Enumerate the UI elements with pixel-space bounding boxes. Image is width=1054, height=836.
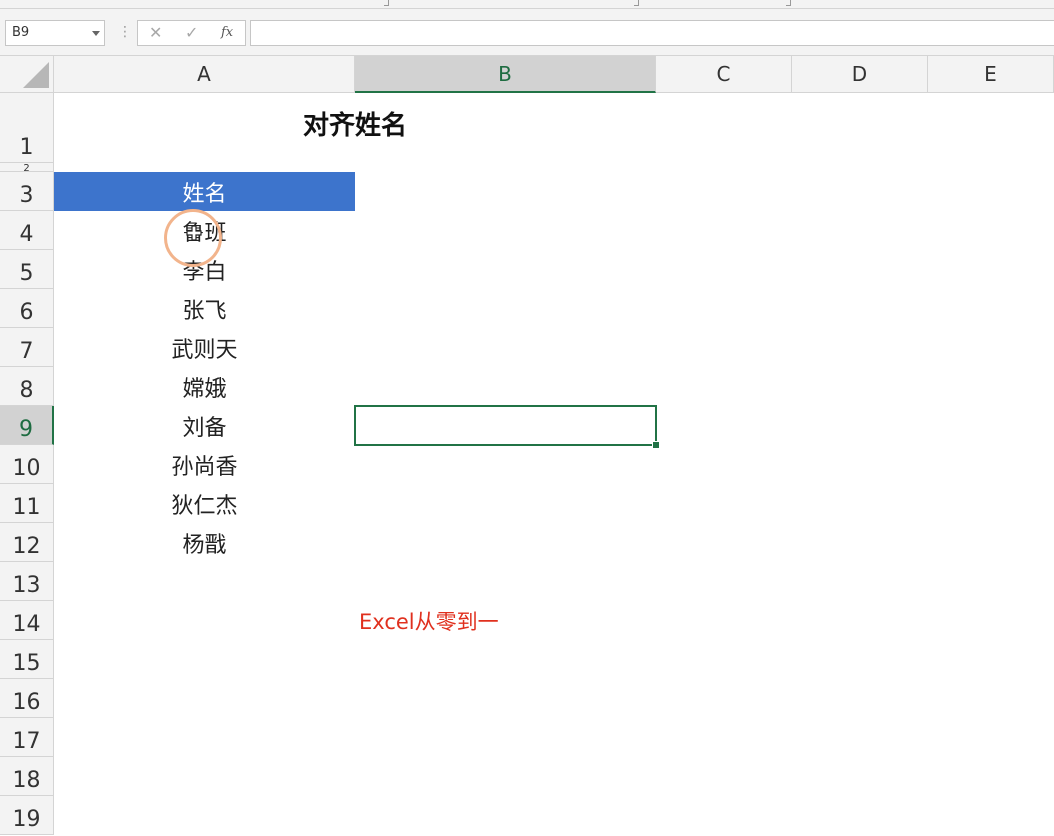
row-number: 14: [12, 612, 41, 637]
select-all-button[interactable]: [0, 56, 54, 93]
row-number: 12: [12, 534, 41, 559]
row-header-5[interactable]: 5: [0, 250, 54, 289]
row-header-9[interactable]: 9: [0, 406, 54, 445]
row-header-10[interactable]: 10: [0, 445, 54, 484]
fill-handle[interactable]: [652, 441, 660, 449]
select-all-icon: [23, 62, 49, 88]
cancel-icon[interactable]: ✕: [149, 21, 162, 45]
row-header-4[interactable]: 4: [0, 211, 54, 250]
row-number: 5: [19, 261, 34, 286]
column-header-c[interactable]: C: [656, 56, 792, 93]
row-header-14[interactable]: 14: [0, 601, 54, 640]
row-header-6[interactable]: 6: [0, 289, 54, 328]
row-number: 18: [12, 768, 41, 793]
row-header-19[interactable]: 19: [0, 796, 54, 835]
formula-bar: B9 ⋮ ✕ ✓ fx: [0, 9, 1054, 56]
column-header-a[interactable]: A: [54, 56, 355, 93]
row-number: 16: [12, 690, 41, 715]
name-box-value: B9: [12, 25, 30, 40]
row-number: 1: [19, 135, 34, 160]
row-number: 15: [12, 651, 41, 676]
row-number: 9: [19, 417, 33, 442]
ribbon-group-launcher[interactable]: [384, 0, 389, 6]
ribbon-remnant: [0, 0, 1054, 9]
row-number: 13: [12, 573, 41, 598]
name-cell[interactable]: 狄仁杰: [54, 484, 355, 523]
cell-cursor-icon: [186, 225, 202, 241]
sheet-title: 对齐姓名: [302, 110, 407, 141]
row-header-7[interactable]: 7: [0, 328, 54, 367]
insert-function-icon[interactable]: fx: [221, 21, 233, 45]
name-cell[interactable]: 杨戬: [54, 523, 355, 562]
row-number: 6: [19, 300, 34, 325]
row-number: 8: [19, 378, 34, 403]
active-cell-selection[interactable]: [354, 405, 657, 446]
chevron-down-icon[interactable]: [92, 31, 100, 36]
ribbon-group-launcher[interactable]: [786, 0, 791, 6]
name-cell[interactable]: 刘备: [54, 406, 355, 445]
row-header-11[interactable]: 11: [0, 484, 54, 523]
row-number: 11: [12, 495, 41, 520]
name-column-header-cell[interactable]: 姓名: [54, 172, 355, 211]
enter-icon[interactable]: ✓: [185, 21, 198, 45]
row-header-2[interactable]: 2: [0, 163, 54, 174]
row-header-17[interactable]: 17: [0, 718, 54, 757]
row-header-18[interactable]: 18: [0, 757, 54, 796]
row-header-15[interactable]: 15: [0, 640, 54, 679]
row-number: 7: [19, 339, 34, 364]
name-box[interactable]: B9: [5, 20, 105, 46]
row-number: 19: [12, 807, 41, 832]
worksheet-grid[interactable]: A B C D E 1 2 3 4 5 6 7 8 9 10 11 12 13 14 15 16 17 18 19 对齐姓名 姓名…: [0, 56, 1054, 836]
row-number: 3: [19, 183, 34, 208]
more-options-icon: ⋮: [118, 24, 132, 40]
row-number: 17: [12, 729, 41, 754]
watermark-text: Excel从零到一: [359, 609, 499, 634]
name-cell[interactable]: 武则天: [54, 328, 355, 367]
column-header-b[interactable]: B: [355, 56, 656, 93]
formula-input[interactable]: [250, 20, 1054, 46]
row-header-16[interactable]: 16: [0, 679, 54, 718]
row-number: 10: [12, 456, 41, 481]
excel-window: B9 ⋮ ✕ ✓ fx A B C D E 1 2 3 4 5 6 7 8 9 10 11 12 13 14 15 16…: [0, 0, 1054, 836]
row-header-12[interactable]: 12: [0, 523, 54, 562]
name-cell[interactable]: 嫦娥: [54, 367, 355, 406]
name-cell[interactable]: 孙尚香: [54, 445, 355, 484]
row-number: 4: [19, 222, 34, 247]
row-header-1[interactable]: 1: [0, 93, 54, 163]
column-header-d[interactable]: D: [792, 56, 928, 93]
ribbon-group-launcher[interactable]: [634, 0, 639, 6]
column-header-e[interactable]: E: [928, 56, 1054, 93]
name-cell[interactable]: 张飞: [54, 289, 355, 328]
row-header-3[interactable]: 3: [0, 172, 54, 211]
formula-buttons: ✕ ✓ fx: [137, 20, 246, 46]
row-header-13[interactable]: 13: [0, 562, 54, 601]
row-header-8[interactable]: 8: [0, 367, 54, 406]
